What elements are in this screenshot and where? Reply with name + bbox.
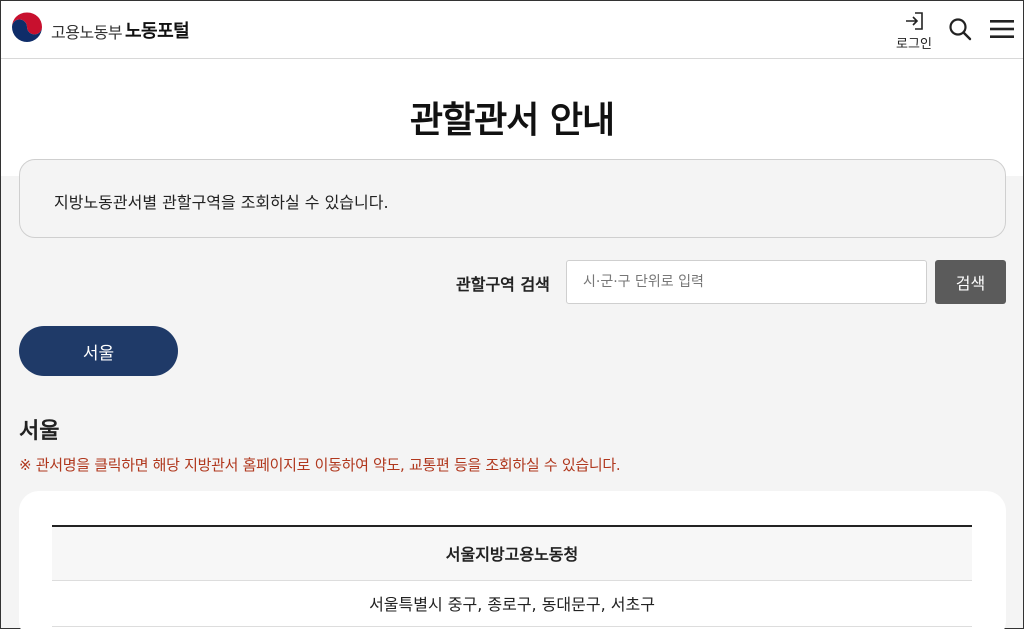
government-emblem-logo[interactable] xyxy=(9,11,45,47)
office-coverage: 서울특별시 중구, 종로구, 동대문구, 서초구 xyxy=(52,580,972,627)
search-button[interactable]: 검색 xyxy=(935,260,1006,304)
search-label: 관할구역 검색 xyxy=(456,275,550,294)
ministry-name[interactable]: 고용노동부 xyxy=(51,19,123,43)
table-row: 서울특별시 중구, 종로구, 동대문구, 서초구 xyxy=(52,580,972,627)
office-table: 서울지방고용노동청 서울특별시 중구, 종로구, 동대문구, 서초구 xyxy=(52,525,972,627)
login-icon xyxy=(906,12,923,30)
office-name-link[interactable]: 서울지방고용노동청 xyxy=(52,525,972,581)
section-title: 서울 xyxy=(19,419,60,444)
office-card: 서울지방고용노동청 서울특별시 중구, 종로구, 동대문구, 서초구 xyxy=(19,491,1006,629)
search-icon[interactable] xyxy=(947,16,973,42)
login-label: 로그인 xyxy=(896,37,932,52)
notice-text: ※ 관서명을 클릭하면 해당 지방관서 홈페이지로 이동하여 약도, 교통편 등… xyxy=(19,456,621,474)
region-search-input[interactable] xyxy=(566,260,927,304)
login-button[interactable]: 로그인 xyxy=(891,11,937,53)
info-box: 지방노동관서별 관할구역을 조회하실 수 있습니다. xyxy=(19,159,1006,238)
region-tab-seoul[interactable]: 서울 xyxy=(19,326,178,376)
info-text: 지방노동관서별 관할구역을 조회하실 수 있습니다. xyxy=(54,193,389,212)
site-header: 고용노동부 노동포털 로그인 xyxy=(1,1,1023,59)
portal-name[interactable]: 노동포털 xyxy=(125,17,190,43)
hamburger-menu-icon[interactable] xyxy=(989,18,1015,40)
page-title: 관할관서 안내 xyxy=(409,100,615,141)
table-row: 서울지방고용노동청 xyxy=(52,525,972,581)
